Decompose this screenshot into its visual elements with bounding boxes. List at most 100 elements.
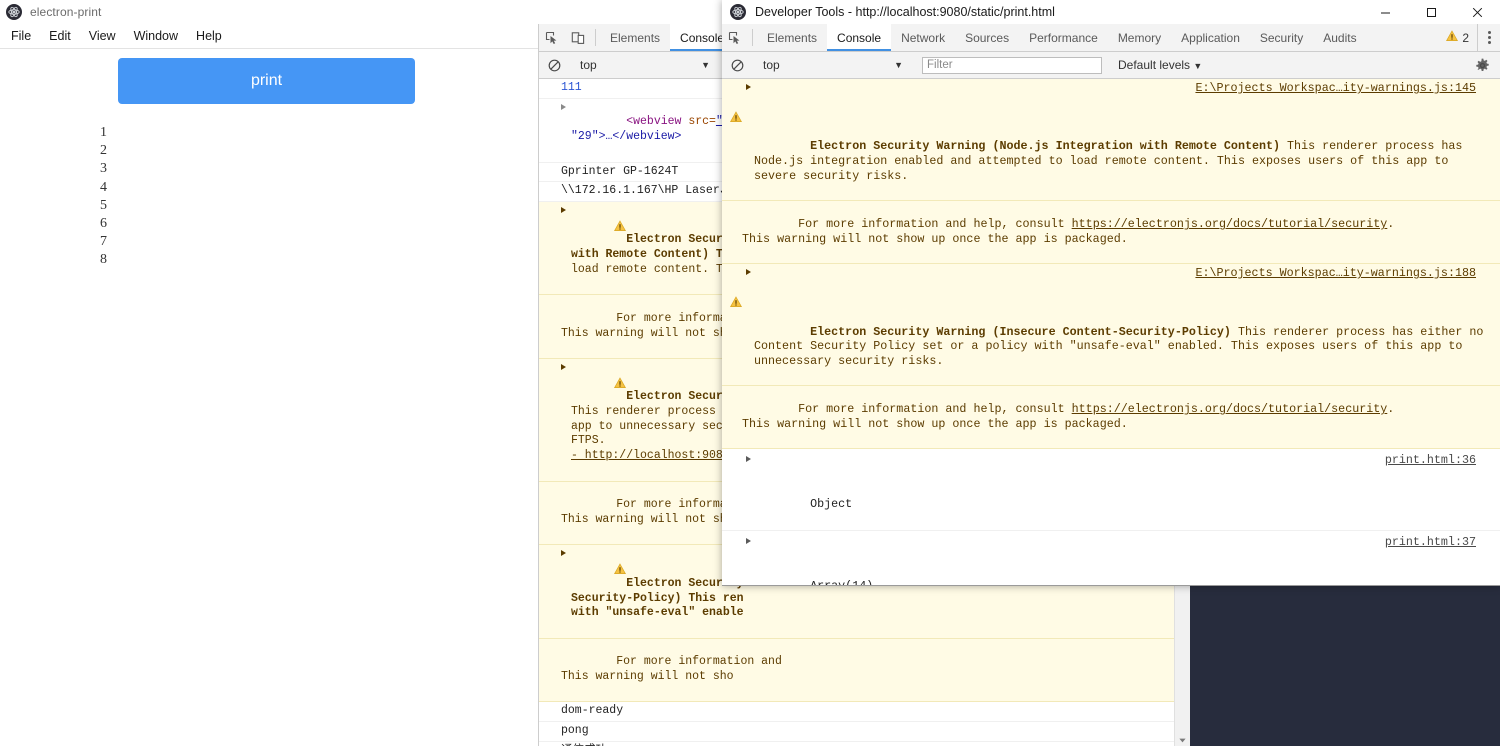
expand-triangle-icon[interactable]	[561, 206, 566, 213]
tab-audits[interactable]: Audits	[1313, 24, 1366, 51]
menu-item-window[interactable]: Window	[125, 27, 187, 45]
warning-cont-line-2: This warning will not sho	[561, 670, 734, 684]
object-source-link[interactable]: print.html:36	[1385, 453, 1476, 468]
tab-elements[interactable]: Elements	[757, 24, 827, 51]
tab-security[interactable]: Security	[1250, 24, 1313, 51]
console-warning-continuation: For more information and help, consult h…	[722, 385, 1500, 450]
list-item: 4	[100, 179, 107, 195]
console-object-row: print.html:36 Object	[722, 449, 1500, 532]
warning-cont-line-2: This warning will not sho	[561, 326, 734, 340]
tab-performance[interactable]: Performance	[1019, 24, 1108, 51]
chevron-down-icon: ▼	[894, 60, 903, 70]
warning-cont-suffix: .	[1387, 402, 1395, 417]
more-options-icon[interactable]	[1477, 24, 1500, 51]
warning-line-4: FTPS.	[571, 434, 606, 448]
security-docs-link[interactable]: https://electronjs.org/docs/tutorial/sec…	[1072, 402, 1388, 416]
warning-heading: Electron Security Warning (Node.js Integ…	[810, 139, 1281, 154]
warning-cont-line-2: This warning will not sho	[561, 512, 734, 526]
scrollbar-down-arrow-icon[interactable]	[1175, 733, 1190, 746]
warning-triangle-icon	[1446, 30, 1459, 45]
close-button[interactable]	[1454, 0, 1500, 24]
warning-triangle-icon	[545, 362, 627, 388]
devtools-window-console-output: E:\Projects Workspac…ity-warnings.js:145…	[722, 79, 1500, 585]
expand-triangle-icon[interactable]	[561, 363, 566, 370]
warning-cont-suffix: .	[1387, 217, 1395, 232]
minimize-button[interactable]	[1362, 0, 1408, 24]
toolbar-divider	[595, 29, 596, 46]
console-warning: E:\Projects Workspac…ity-warnings.js:145…	[722, 79, 1500, 201]
security-docs-link[interactable]: https://electronjs.org/docs/tutorial/sec…	[1072, 217, 1388, 231]
menu-item-view[interactable]: View	[80, 27, 125, 45]
warning-triangle-icon	[730, 267, 742, 308]
expand-triangle-icon[interactable]	[561, 103, 566, 110]
warning-line-5-link[interactable]: - http://localhost:9080/r	[571, 449, 744, 462]
list-item: 7	[100, 234, 107, 250]
expand-triangle-icon[interactable]	[746, 84, 751, 90]
warning-source-link[interactable]: E:\Projects Workspac…ity-warnings.js:145	[1195, 81, 1476, 96]
warning-triangle-icon	[545, 205, 627, 231]
warning-heading: Electron Security Warning (Insecure Cont…	[810, 324, 1231, 339]
tab-memory[interactable]: Memory	[1108, 24, 1171, 51]
tab-elements[interactable]: Elements	[600, 24, 670, 51]
console-warning: E:\Projects Workspac…ity-warnings.js:188…	[722, 264, 1500, 386]
object-source-link[interactable]: print.html:37	[1385, 535, 1476, 550]
warning-cont-prefix: For more information and help, consult	[798, 217, 1072, 232]
devtools-window-title: Developer Tools - http://localhost:9080/…	[755, 5, 1055, 19]
execution-context-select[interactable]: top ▼	[757, 58, 909, 72]
object-label[interactable]: Array(14)	[810, 579, 873, 585]
list-item: 6	[100, 215, 107, 231]
warning-source-link[interactable]: E:\Projects Workspac…ity-warnings.js:188	[1195, 266, 1476, 281]
screen: electron-print File Edit View Window Hel…	[0, 0, 1500, 746]
expand-triangle-icon[interactable]	[746, 456, 751, 463]
app-title: electron-print	[30, 5, 102, 19]
warning-line-2: This renderer process loa	[571, 405, 744, 419]
console-warning-continuation: For more information and This warning wil…	[539, 638, 1190, 703]
warning-cont-line-1: For more information and	[616, 655, 782, 669]
warning-cont-line2: This warning will not show up once the a…	[742, 417, 1128, 432]
expand-triangle-icon[interactable]	[746, 269, 751, 276]
tab-network[interactable]: Network	[891, 24, 955, 51]
object-label[interactable]: Object	[810, 497, 852, 511]
expand-triangle-icon[interactable]	[746, 538, 751, 545]
devtools-window-tabbar: Elements Console Network Sources Perform…	[722, 24, 1500, 52]
console-object-row: print.html:37 Array(14)	[722, 531, 1500, 585]
list-item: 1	[100, 125, 107, 140]
console-message: dom-ready	[539, 702, 1190, 723]
tab-application[interactable]: Application	[1171, 24, 1250, 51]
dom-tail: "29">…</webview>	[571, 130, 682, 144]
device-toolbar-icon[interactable]	[565, 24, 591, 51]
list-item: 8	[100, 252, 107, 268]
inspect-element-icon[interactable]	[539, 24, 565, 51]
execution-context-select[interactable]: top ▼	[574, 58, 716, 72]
menu-item-help[interactable]: Help	[187, 27, 231, 45]
warning-triangle-icon	[730, 82, 742, 123]
menu-item-file[interactable]: File	[2, 27, 40, 45]
list-item: 3	[100, 161, 107, 177]
clear-console-icon[interactable]	[543, 54, 565, 76]
console-message: pong	[539, 722, 1190, 742]
warning-line-3: with "unsafe-eval" enable	[571, 606, 744, 620]
expand-triangle-icon[interactable]	[561, 550, 566, 557]
devtools-window: Developer Tools - http://localhost:9080/…	[722, 0, 1500, 586]
filter-input[interactable]	[922, 56, 1102, 74]
tab-sources[interactable]: Sources	[955, 24, 1019, 51]
maximize-button[interactable]	[1408, 0, 1454, 24]
electron-icon	[730, 4, 746, 20]
chevron-down-icon: ▼	[1193, 61, 1203, 71]
chevron-down-icon: ▼	[701, 60, 710, 70]
warning-count-value: 2	[1462, 30, 1469, 45]
warning-triangle-icon	[545, 548, 627, 575]
electron-icon	[6, 4, 22, 20]
warning-count-badge[interactable]: 2	[1438, 24, 1477, 51]
tab-console[interactable]: Console	[827, 24, 892, 51]
print-button[interactable]: print	[118, 58, 415, 104]
log-levels-select[interactable]: Default levels ▼	[1112, 58, 1208, 72]
clear-console-icon[interactable]	[726, 54, 748, 76]
gear-icon[interactable]	[1475, 58, 1490, 73]
dom-attr: src=	[681, 115, 716, 129]
warning-cont-prefix: For more information and help, consult	[798, 402, 1072, 417]
inspect-element-icon[interactable]	[722, 24, 748, 51]
menu-item-edit[interactable]: Edit	[40, 27, 80, 45]
devtools-window-console-toolbar: top ▼ Default levels ▼	[722, 52, 1500, 79]
toolbar-divider	[752, 29, 753, 46]
